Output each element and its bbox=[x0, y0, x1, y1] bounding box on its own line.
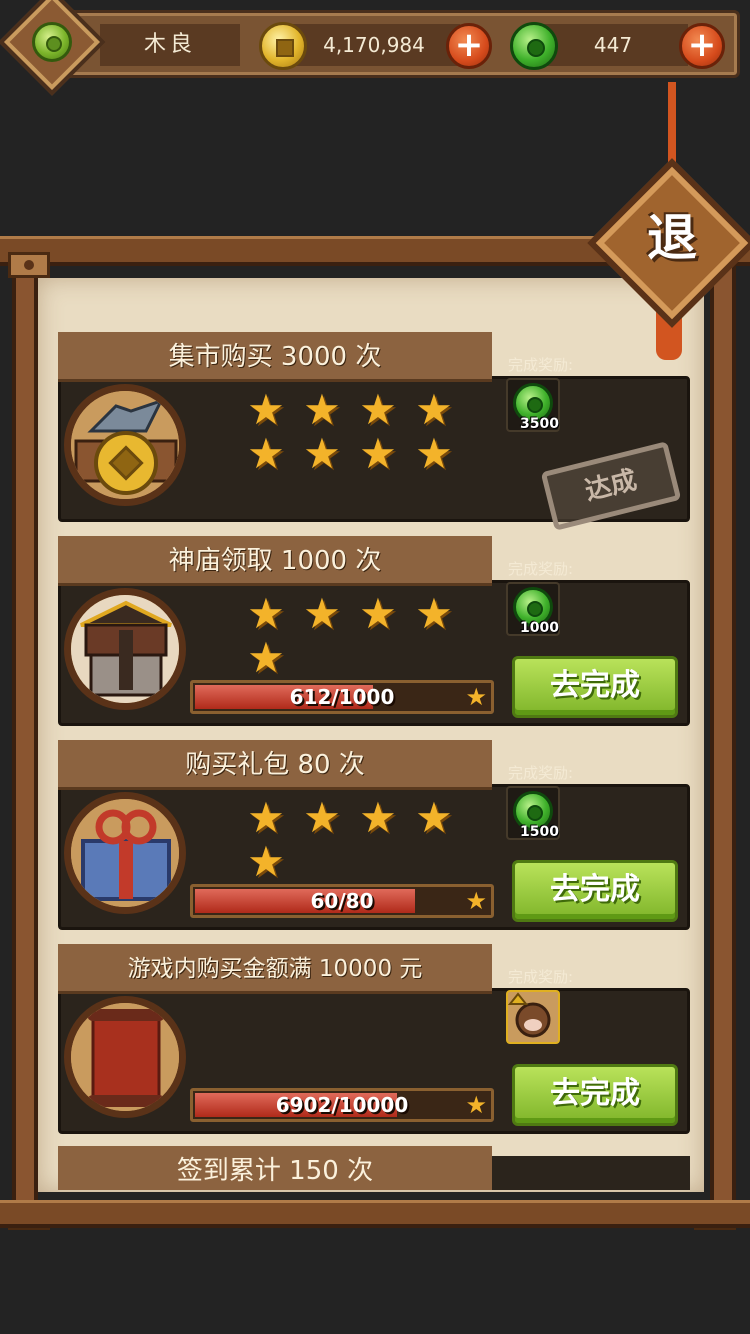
reward-quantity: 1000 bbox=[520, 620, 559, 636]
star-icon: ★ bbox=[247, 837, 285, 886]
add-gold-button[interactable]: + bbox=[446, 23, 492, 69]
scroll-icon bbox=[71, 1003, 179, 1111]
star-icon: ★ bbox=[247, 385, 285, 434]
exit-button[interactable]: 退 bbox=[612, 183, 732, 303]
task-title: 集市购买 3000 次 bbox=[58, 332, 492, 382]
star-icon: ★ bbox=[247, 429, 285, 478]
task-title: 签到累计 150 次 bbox=[58, 1146, 492, 1190]
reward-label: 完成奖励: bbox=[508, 764, 574, 782]
task-card: 游戏内购买金额满 10000 元 完成奖励: 6902/10000 ★ 去完成 bbox=[58, 944, 690, 1134]
task-title: 神庙领取 1000 次 bbox=[58, 536, 492, 586]
frame-left-post bbox=[12, 264, 38, 1204]
star-icon: ★ bbox=[415, 385, 453, 434]
star-icon: ★ bbox=[247, 589, 285, 638]
star-rating: ★ ★ ★ ★ ★ ★ ★ ★ bbox=[238, 388, 468, 476]
reward-quantity: 3500 bbox=[520, 416, 559, 432]
star-rating: ★ ★ ★ ★ ★ bbox=[238, 796, 468, 884]
task-card: 购买礼包 80 次 ★ ★ ★ ★ ★ 完成奖励: 1500 60/80 ★ 去… bbox=[58, 740, 690, 930]
star-icon: ★ bbox=[247, 793, 285, 842]
temple-icon bbox=[71, 595, 179, 703]
add-jade-button[interactable]: + bbox=[679, 23, 725, 69]
go-complete-button[interactable]: 去完成 bbox=[512, 860, 678, 922]
gold-coin-icon bbox=[259, 22, 307, 70]
gift-box-icon bbox=[71, 799, 179, 907]
task-progress-bar: 60/80 ★ bbox=[190, 884, 494, 918]
reward-quantity: 1500 bbox=[520, 824, 559, 840]
player-name: 木良 bbox=[100, 24, 240, 66]
jade-icon bbox=[510, 22, 558, 70]
star-rating: ★ ★ ★ ★ ★ bbox=[238, 592, 468, 680]
reward-label: 完成奖励: bbox=[508, 560, 574, 578]
reward-item[interactable] bbox=[506, 990, 560, 1044]
reward-item[interactable]: 1500 bbox=[506, 786, 560, 840]
star-icon: ★ bbox=[359, 793, 397, 842]
gold-amount: 4,170,984 bbox=[280, 24, 460, 66]
reward-label: 完成奖励: bbox=[508, 356, 574, 374]
avatar-jade-icon[interactable] bbox=[32, 22, 72, 62]
star-icon: ★ bbox=[303, 589, 341, 638]
task-progress-bar: 6902/10000 ★ bbox=[190, 1088, 494, 1122]
task-title: 游戏内购买金额满 10000 元 bbox=[58, 944, 492, 994]
star-icon: ★ bbox=[247, 633, 285, 682]
task-card: 神庙领取 1000 次 ★ ★ ★ ★ ★ 完成奖励: 1000 612/100… bbox=[58, 536, 690, 726]
task-card: 集市购买 3000 次 ★ ★ ★ ★ ★ ★ ★ ★ 完成奖励: 3500 达… bbox=[58, 332, 690, 531]
task-title: 购买礼包 80 次 bbox=[58, 740, 492, 790]
star-icon: ★ bbox=[359, 429, 397, 478]
go-complete-button[interactable]: 去完成 bbox=[512, 656, 678, 718]
reward-label: 完成奖励: bbox=[508, 968, 574, 986]
gift-task-icon bbox=[64, 792, 186, 914]
progress-text: 60/80 bbox=[310, 889, 374, 913]
temple-task-icon bbox=[64, 588, 186, 710]
progress-text: 6902/10000 bbox=[275, 1093, 409, 1117]
frame-bottom-beam bbox=[0, 1200, 750, 1228]
task-card-partial: 签到累计 150 次 bbox=[58, 1146, 690, 1190]
star-icon: ★ bbox=[465, 683, 487, 711]
star-icon: ★ bbox=[303, 429, 341, 478]
scroll-task-icon bbox=[64, 996, 186, 1118]
star-icon: ★ bbox=[415, 589, 453, 638]
task-body bbox=[492, 1156, 690, 1190]
star-icon: ★ bbox=[465, 1091, 487, 1119]
frame-corner bbox=[8, 252, 50, 278]
star-icon: ★ bbox=[303, 385, 341, 434]
frame-right-post bbox=[710, 264, 736, 1204]
market-coin-icon bbox=[71, 391, 179, 499]
star-icon: ★ bbox=[359, 385, 397, 434]
progress-text: 612/1000 bbox=[289, 685, 395, 709]
reward-item[interactable]: 3500 bbox=[506, 378, 560, 432]
market-task-icon bbox=[64, 384, 186, 506]
pet-reward-icon bbox=[507, 992, 551, 1038]
reward-item[interactable]: 1000 bbox=[506, 582, 560, 636]
star-icon: ★ bbox=[415, 429, 453, 478]
star-icon: ★ bbox=[415, 793, 453, 842]
star-icon: ★ bbox=[303, 793, 341, 842]
jade-amount: 447 bbox=[538, 24, 688, 66]
star-icon: ★ bbox=[359, 589, 397, 638]
task-progress-bar: 612/1000 ★ bbox=[190, 680, 494, 714]
go-complete-button[interactable]: 去完成 bbox=[512, 1064, 678, 1126]
star-icon: ★ bbox=[465, 887, 487, 915]
